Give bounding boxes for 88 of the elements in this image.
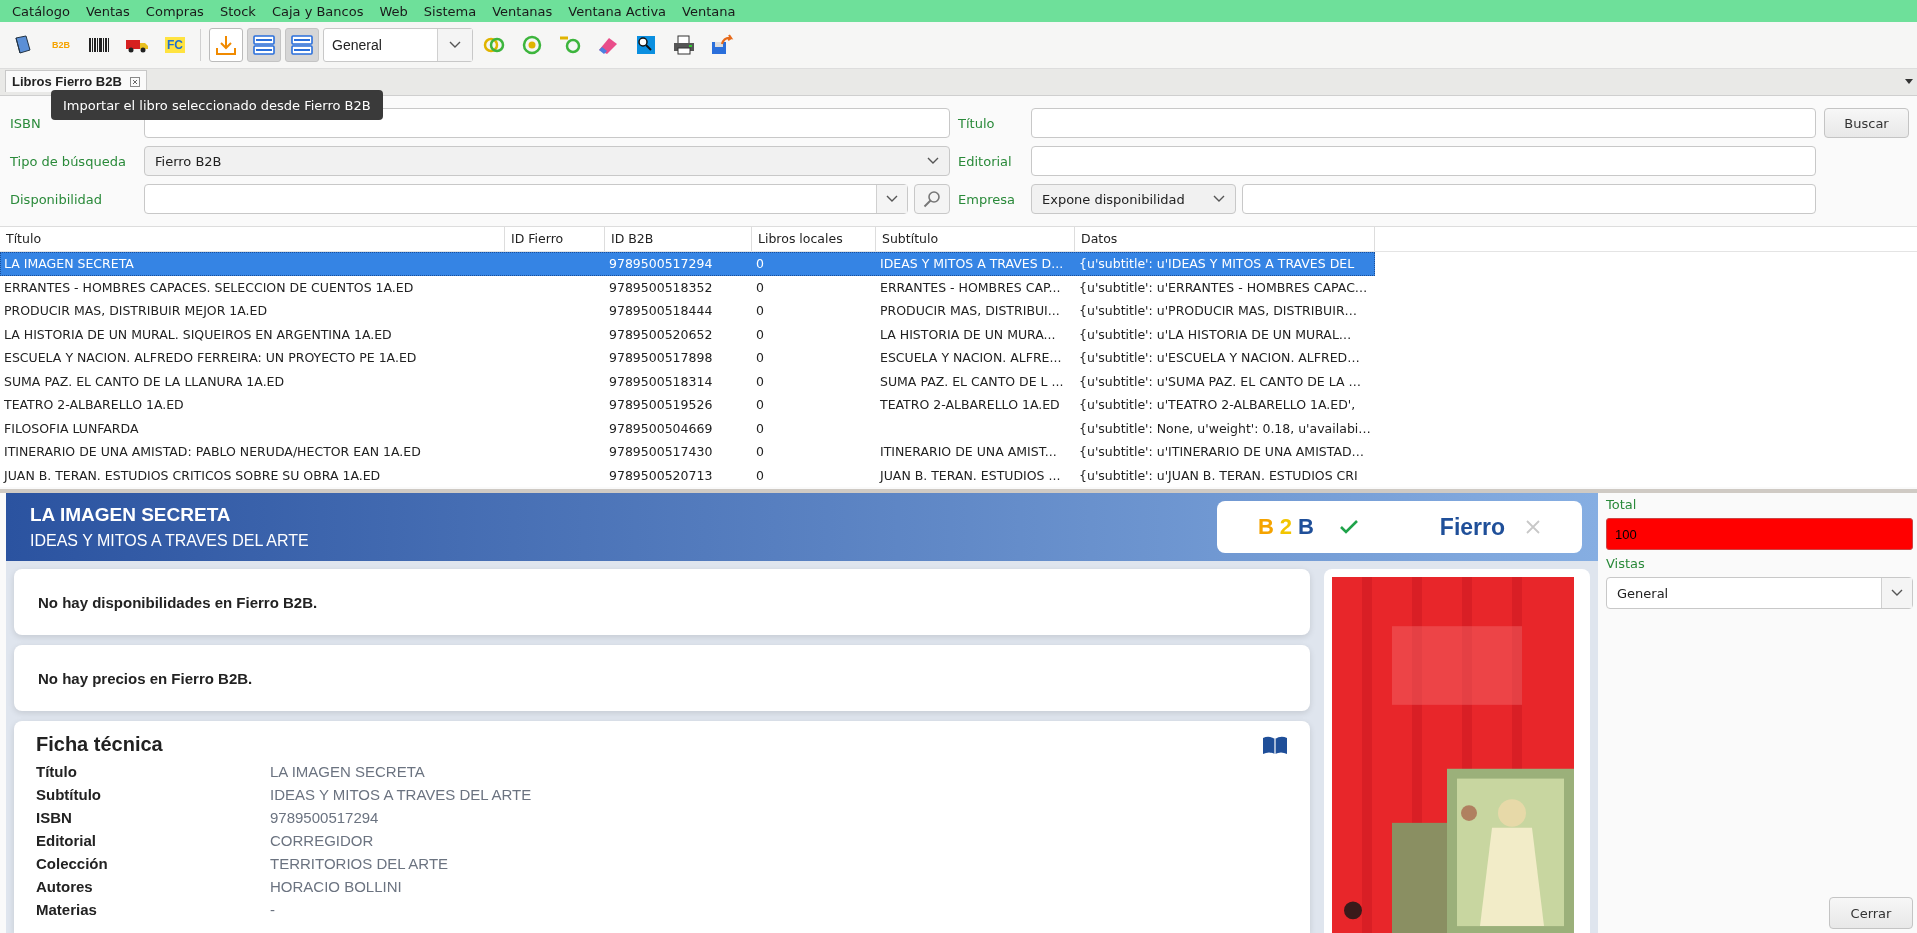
message-text: No hay disponibilidades en Fierro B2B. [38,593,318,611]
field-label: Materias [36,901,98,918]
chevron-down-icon [1213,195,1225,203]
field-value: LA IMAGEN SECRETA [270,763,425,780]
menu-item[interactable]: Ventana [674,3,744,19]
target-icon [521,34,543,56]
table-row[interactable]: LA HISTORIA DE UN MURAL. SIQUEIROS EN ARGENTINA 1A.ED 9789500520652 0 LA HISTORIA DE UN MURA... {u'subtitle': u'LA HISTORIA DE UN MURAL… [0,322,1917,346]
menu-item[interactable]: Ventana Activa [560,3,675,19]
column-header[interactable]: ID Fierro [505,227,605,251]
field-label: Subtítulo [36,786,102,803]
window-search-icon [635,34,657,56]
rows-icon [252,33,276,57]
view-dropdown[interactable]: General [323,28,473,62]
section-title: Ficha técnica [36,733,163,756]
menu-item[interactable]: Compras [137,3,212,19]
menu-item[interactable]: Ventas [77,3,138,19]
menu-item[interactable]: Stock [211,3,264,19]
table-row[interactable]: PRODUCIR MAS, DISTRIBUIR MEJOR 1A.ED 9789500518444 0 PRODUCIR MAS, DISTRIBUI... {u'subtitle': u'PRODUCIR MAS, DISTRIBUIR… [0,299,1917,323]
dropdown-arrow-icon[interactable] [1905,79,1913,84]
total-field[interactable]: 100 [1606,518,1913,550]
search-button[interactable] [914,184,950,214]
field-value: HORACIO BOLLINI [270,878,402,895]
title-field[interactable] [1031,108,1816,138]
table-row[interactable]: SUMA PAZ. EL CANTO DE LA LLANURA 1A.ED 9789500518314 0 SUMA PAZ. EL CANTO DE L ... {u'subtitle': u'SUMA PAZ. EL CANTO DE LA … [0,369,1917,393]
table-row[interactable]: ERRANTES - HOMBRES CAPACES. SELECCION DE CUENTOS 1A.ED 9789500518352 0 ERRANTES - HOMBRES CAP... {u'subtitle': u'ERRANTES - HOMBRES CAPAC… [0,275,1917,299]
ring-icon [558,34,582,56]
field-label: ISBN [10,115,42,131]
close-button[interactable]: Cerrar [1829,897,1913,929]
download-icon [214,33,238,57]
field-value: TERRITORIOS DEL ARTE [270,855,449,872]
column-header[interactable]: Datos [1075,227,1375,251]
field-value: CORREGIDOR [270,832,374,849]
company-dropdown[interactable]: Expone disponibilidad [1031,184,1236,214]
tooltip: Importar el libro seleccionado desde Fierro B2B [51,90,383,120]
field-label: Total [1606,497,1638,512]
field-label: Editorial [958,153,1013,169]
fierro-logo: Fierro [1439,513,1506,541]
company-field[interactable] [1242,184,1816,214]
views-dropdown[interactable]: General [1606,577,1913,609]
field-label: Autores [36,878,94,895]
chevron-down-icon [927,157,939,165]
chevron-down-icon [1891,589,1903,597]
table-row[interactable]: ITINERARIO DE UNA AMISTAD: PABLO NERUDA/HECTOR EAN 1A.ED 9789500517430 0 ITINERARIO DE UNA AMIST... {u'subtitle': u'ITINERARIO DE UNA AMISTAD… [0,440,1917,464]
menu-item[interactable]: Caja y Bancos [263,3,372,19]
column-header[interactable]: Libros locales [752,227,876,251]
field-value: - [270,901,275,918]
rings-icon [482,35,506,55]
search-icon [922,189,942,209]
tab[interactable]: Libros Fierro B2B [5,70,147,92]
field-label: Vistas [1606,556,1646,571]
field-label: Título [958,115,996,131]
toolbar-button[interactable]: FC [158,28,192,62]
table-row[interactable]: ESCUELA Y NACION. ALFREDO FERREIRA: UN PROYECTO PE 1A.ED 9789500517898 0 ESCUELA Y NACION. ALFRE... {u'subtitle': u'ESCUELA Y NACION. ALFRED… [0,346,1917,370]
field-label: ISBN [36,809,73,826]
field-label: Título [36,763,78,780]
field-label: Tipo de búsqueda [10,153,127,169]
table-row[interactable]: LA IMAGEN SECRETA 9789500517294 0 IDEAS Y MITOS A TRAVES D... {u'subtitle': u'IDEAS Y MITOS A TRAVES DEL [0,252,1375,276]
search-button[interactable]: Buscar [1824,108,1909,138]
field-value: 9789500517294 [270,809,379,826]
column-header[interactable]: ID B2B [605,227,752,251]
field-label: Editorial [36,832,97,849]
field-value: IDEAS Y MITOS A TRAVES DEL ARTE [270,786,532,803]
table-row[interactable]: JUAN B. TERAN. ESTUDIOS CRITICOS SOBRE SU OBRA 1A.ED 9789500520713 0 JUAN B. TERAN. ESTUDIOS ... {u'subtitle': u'JUAN B. TERAN. ESTUDIOS CRI [0,463,1917,487]
field-label: Colección [36,855,109,872]
printer-icon [672,34,696,56]
menu-item[interactable]: Ventanas [484,3,561,19]
barcode-icon [88,36,110,54]
column-header[interactable]: Subtítulo [876,227,1075,251]
column-header[interactable]: Título [0,227,505,251]
table-row[interactable]: TEATRO 2-ALBARELLO 1A.ED 9789500519526 0 TEATRO 2-ALBARELLO 1A.ED {u'subtitle': u'TEATRO 2-ALBARELLO 1A.ED', [0,393,1917,417]
book-title: LA IMAGEN SECRETA [30,504,232,526]
field-label: Disponibilidad [10,191,103,207]
rows-icon [290,33,314,57]
menu-item[interactable]: Sistema [415,3,485,19]
field-label: Empresa [958,191,1016,207]
search-type-dropdown[interactable]: Fierro B2B [144,146,950,176]
close-icon[interactable] [129,76,140,87]
book-subtitle: IDEAS Y MITOS A TRAVES DEL ARTE [30,532,309,550]
book-icon [1262,734,1288,755]
book-icon [12,34,34,56]
menu-item[interactable]: Catálogo [4,3,78,19]
table-row[interactable]: FILOSOFIA LUNFARDA 9789500504669 0 {u'subtitle': None, u'weight': 0.18, u'availabi… [0,416,1917,440]
chevron-down-icon [886,195,898,203]
menu-item[interactable]: Web [371,3,416,19]
chevron-down-icon [449,41,461,49]
message-text: No hay precios en Fierro B2B. [38,669,253,687]
save-export-icon [710,34,734,56]
publisher-field[interactable] [1031,146,1816,176]
